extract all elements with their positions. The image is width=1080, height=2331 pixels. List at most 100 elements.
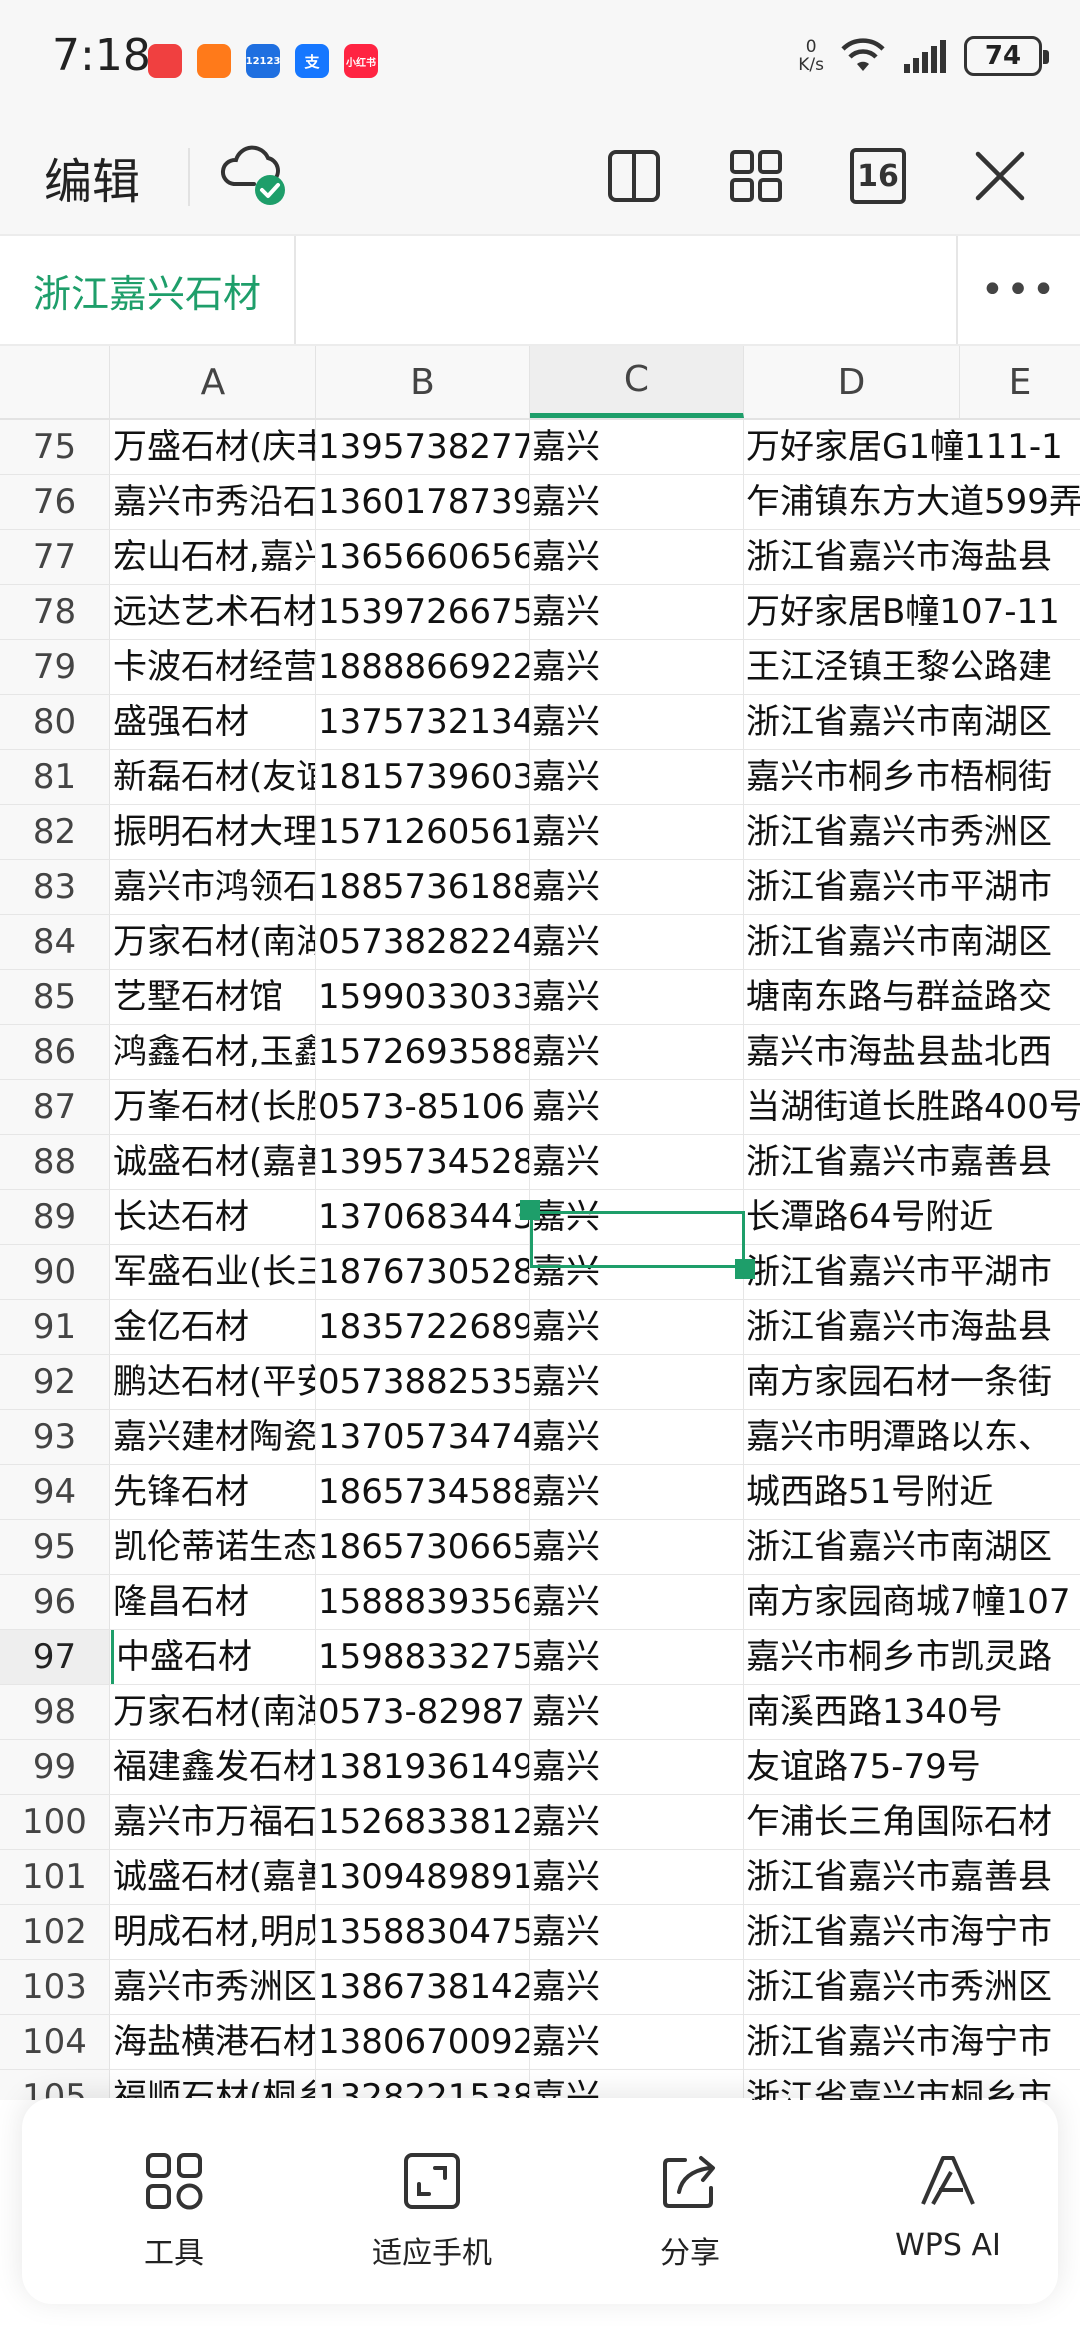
row-number[interactable]: 77 (0, 530, 110, 584)
cell-name[interactable]: 万家石材(南湖 (111, 1685, 316, 1739)
sheet-count-button[interactable]: 16 (850, 148, 906, 204)
cell-name[interactable]: 宏山石材,嘉兴 (111, 530, 316, 584)
edit-button[interactable]: 编辑 (44, 142, 140, 212)
cell-name[interactable]: 鹏达石材(平安 (111, 1355, 316, 1409)
cell-city[interactable]: 嘉兴 (530, 750, 744, 804)
cell-phone[interactable]: 13705734740 (316, 1410, 530, 1464)
cell-phone[interactable]: 0573-82987 (316, 1685, 530, 1739)
cell-city[interactable]: 嘉兴 (530, 475, 744, 529)
cell-phone[interactable]: 15990330330 (316, 970, 530, 1024)
cell-name[interactable]: 福顺石材(桐乡 (111, 2070, 316, 2100)
cell-phone[interactable]: 13706834430 (316, 1190, 530, 1244)
wps-ai-button[interactable]: WPS AI (848, 2150, 1048, 2263)
column-header-d[interactable]: D (744, 346, 960, 418)
cell-phone[interactable]: 13282215380 (316, 2070, 530, 2100)
cell-name[interactable]: 远达艺术石材 (111, 585, 316, 639)
cell-name[interactable]: 嘉兴市秀沿石 (111, 475, 316, 529)
cell-phone[interactable]: 13656606560 (316, 530, 530, 584)
sheet-more-button[interactable]: ••• (956, 236, 1080, 344)
cell-city[interactable]: 嘉兴 (530, 1850, 744, 1904)
row-number[interactable]: 105 (0, 2070, 110, 2100)
cell-address[interactable]: 嘉兴市明潭路以东、 (744, 1410, 1052, 1464)
cell-name[interactable]: 先锋石材 (111, 1465, 316, 1519)
cell-city[interactable]: 嘉兴 (530, 970, 744, 1024)
cell-name[interactable]: 卡波石材经营 (111, 640, 316, 694)
cell-phone[interactable]: 13957382770 (316, 420, 530, 474)
row-number[interactable]: 82 (0, 805, 110, 859)
cell-phone[interactable]: 18767305280 (316, 1245, 530, 1299)
row-number[interactable]: 99 (0, 1740, 110, 1794)
tools-button[interactable]: 工具 (74, 2150, 274, 2272)
cell-name[interactable]: 艺墅石材馆 (111, 970, 316, 1024)
cell-name[interactable]: 金亿石材 (111, 1300, 316, 1354)
row-number[interactable]: 102 (0, 1905, 110, 1959)
row-number[interactable]: 84 (0, 915, 110, 969)
cell-name[interactable]: 诚盛石材(嘉善 (111, 1135, 316, 1189)
cell-city[interactable]: 嘉兴 (530, 1795, 744, 1849)
cell-address[interactable]: 嘉兴市桐乡市梧桐街 (744, 750, 1052, 804)
cell-phone[interactable]: 13757321340 (316, 695, 530, 749)
cell-city[interactable]: 嘉兴 (530, 2070, 744, 2100)
cell-name[interactable]: 万家石材(南湖 (111, 915, 316, 969)
cell-city[interactable]: 嘉兴 (530, 1685, 744, 1739)
cell-name[interactable]: 万盛石材(庆丰 (111, 420, 316, 474)
cell-address[interactable]: 万好家居G1幢111-1 (744, 420, 1063, 474)
cell-address[interactable]: 乍浦长三角国际石材 (744, 1795, 1052, 1849)
cell-phone[interactable]: 18657345880 (316, 1465, 530, 1519)
cell-address[interactable]: 南溪西路1340号 (744, 1685, 1003, 1739)
cell-name[interactable]: 中盛石材 (111, 1630, 316, 1684)
cell-address[interactable]: 浙江省嘉兴市海宁市 (744, 1905, 1052, 1959)
cell-city[interactable]: 嘉兴 (530, 1740, 744, 1794)
cell-city[interactable]: 嘉兴 (530, 2015, 744, 2069)
row-number[interactable]: 86 (0, 1025, 110, 1079)
row-number[interactable]: 79 (0, 640, 110, 694)
cell-address[interactable]: 浙江省嘉兴市桐乡市 (744, 2070, 1052, 2100)
grid-view-icon[interactable] (728, 148, 784, 204)
cell-phone[interactable]: 13867381420 (316, 1960, 530, 2014)
cell-phone[interactable]: 15397266750 (316, 585, 530, 639)
cell-city[interactable]: 嘉兴 (530, 530, 744, 584)
column-header-c[interactable]: C (530, 346, 744, 418)
cell-city[interactable]: 嘉兴 (530, 1575, 744, 1629)
cell-city[interactable]: 嘉兴 (530, 1025, 744, 1079)
cell-name[interactable]: 嘉兴市秀洲区 (111, 1960, 316, 2014)
cell-phone[interactable]: 13819361490 (316, 1740, 530, 1794)
cell-phone[interactable]: 15888393560 (316, 1575, 530, 1629)
row-number[interactable]: 91 (0, 1300, 110, 1354)
cell-city[interactable]: 嘉兴 (530, 1300, 744, 1354)
row-number[interactable]: 97 (0, 1630, 110, 1684)
row-number[interactable]: 101 (0, 1850, 110, 1904)
cell-name[interactable]: 诚盛石材(嘉善 (111, 1850, 316, 1904)
cell-city[interactable]: 嘉兴 (530, 805, 744, 859)
cell-phone[interactable]: 18357226890 (316, 1300, 530, 1354)
row-number[interactable]: 92 (0, 1355, 110, 1409)
row-number[interactable]: 104 (0, 2015, 110, 2069)
row-number[interactable]: 93 (0, 1410, 110, 1464)
cell-phone[interactable]: 18857361880 (316, 860, 530, 914)
cell-phone[interactable]: 18157396030 (316, 750, 530, 804)
cell-address[interactable]: 王江泾镇王黎公路建 (744, 640, 1052, 694)
column-header-e[interactable]: E (960, 346, 1080, 418)
cell-address[interactable]: 乍浦镇东方大道599弄 (744, 475, 1080, 529)
cell-city[interactable]: 嘉兴 (530, 1135, 744, 1189)
cell-phone[interactable]: 15988332750 (316, 1630, 530, 1684)
fit-phone-button[interactable]: 适应手机 (332, 2150, 532, 2272)
select-all-corner[interactable] (0, 346, 110, 418)
row-number[interactable]: 87 (0, 1080, 110, 1134)
cell-name[interactable]: 福建鑫发石材 (111, 1740, 316, 1794)
cell-city[interactable]: 嘉兴 (530, 1190, 744, 1244)
row-number[interactable]: 96 (0, 1575, 110, 1629)
cell-name[interactable]: 隆昌石材 (111, 1575, 316, 1629)
cell-phone[interactable]: 13806700920 (316, 2015, 530, 2069)
cell-address[interactable]: 塘南东路与群益路交 (744, 970, 1052, 1024)
cell-name[interactable]: 新磊石材(友谊 (111, 750, 316, 804)
cell-phone[interactable]: 15268338120 (316, 1795, 530, 1849)
row-number[interactable]: 80 (0, 695, 110, 749)
cell-phone[interactable]: 13957345280 (316, 1135, 530, 1189)
cell-address[interactable]: 浙江省嘉兴市海盐县 (744, 530, 1052, 584)
cell-phone[interactable]: 13588304750 (316, 1905, 530, 1959)
cell-name[interactable]: 嘉兴建材陶瓷 (111, 1410, 316, 1464)
cell-city[interactable]: 嘉兴 (530, 1520, 744, 1574)
cell-city[interactable]: 嘉兴 (530, 1245, 744, 1299)
row-number[interactable]: 83 (0, 860, 110, 914)
